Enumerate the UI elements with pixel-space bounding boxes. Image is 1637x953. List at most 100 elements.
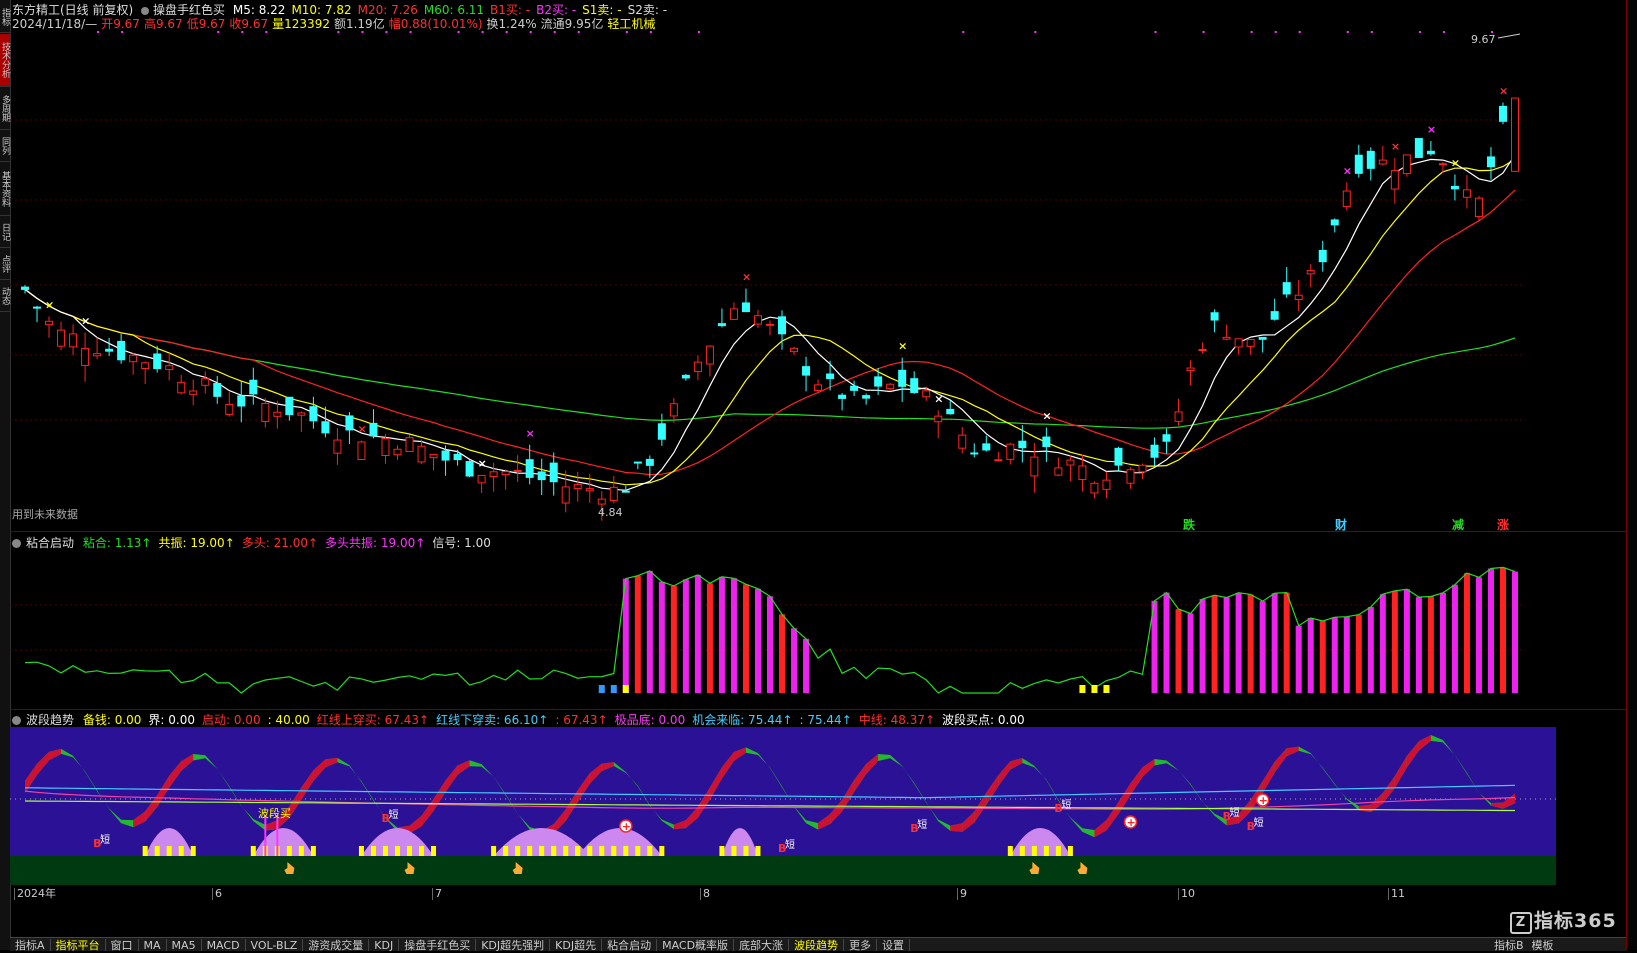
bottom-tab-15[interactable]: 波段趋势 xyxy=(789,939,845,951)
candle[interactable] xyxy=(81,332,90,382)
bottom-tab-10[interactable]: KDJ超先强判 xyxy=(476,939,551,951)
indicator1-name[interactable]: 粘合启动 xyxy=(26,536,74,550)
candle[interactable] xyxy=(501,469,510,490)
bottom-right-tab-1[interactable]: 模板 xyxy=(1528,939,1558,952)
candle[interactable] xyxy=(669,397,678,423)
candle[interactable] xyxy=(429,453,438,471)
candle[interactable] xyxy=(1486,147,1495,180)
candle[interactable] xyxy=(838,392,847,411)
candle[interactable] xyxy=(1066,455,1075,481)
left-tab-6[interactable]: 点评 xyxy=(0,249,10,280)
candle[interactable] xyxy=(153,346,162,373)
bottom-tab-12[interactable]: 粘合启动 xyxy=(602,939,658,951)
candle[interactable] xyxy=(1210,309,1219,333)
bottom-tab-13[interactable]: MACD概率版 xyxy=(657,939,735,951)
candle[interactable] xyxy=(705,345,714,377)
bottom-tab-7[interactable]: 游资成交量 xyxy=(303,939,370,951)
candle[interactable] xyxy=(333,428,342,465)
left-tab-7[interactable]: 动态 xyxy=(0,281,10,312)
candle[interactable] xyxy=(1390,158,1399,204)
candle[interactable] xyxy=(297,411,306,432)
candle[interactable] xyxy=(1222,324,1231,341)
candle[interactable] xyxy=(934,410,943,439)
left-tab-1[interactable]: 技术分析 xyxy=(0,34,10,87)
indicator2-name[interactable]: 波段趋势 xyxy=(26,713,74,727)
bottom-tab-1[interactable]: 指标平台 xyxy=(51,939,106,951)
candle[interactable] xyxy=(117,333,126,364)
candle[interactable] xyxy=(1402,154,1411,177)
candle[interactable] xyxy=(1030,442,1039,493)
candle[interactable] xyxy=(561,470,570,513)
candle[interactable] xyxy=(1498,102,1507,125)
candle[interactable] xyxy=(105,337,114,356)
candle[interactable] xyxy=(790,346,799,356)
candle[interactable] xyxy=(225,391,234,417)
candle[interactable] xyxy=(381,433,390,464)
bottom-tab-11[interactable]: KDJ超先 xyxy=(550,939,603,951)
candle[interactable] xyxy=(477,474,486,493)
candle[interactable] xyxy=(1354,144,1363,178)
candle[interactable] xyxy=(1150,437,1159,466)
candle[interactable] xyxy=(33,305,42,323)
bottom-tab-9[interactable]: 操盘手红色买 xyxy=(399,939,477,951)
bottom-tab-6[interactable]: VOL-BLZ xyxy=(246,939,304,951)
candle[interactable] xyxy=(1090,481,1099,499)
candle[interactable] xyxy=(1342,182,1351,211)
candle[interactable] xyxy=(1330,218,1339,233)
candle[interactable] xyxy=(1426,141,1435,156)
candle[interactable] xyxy=(201,371,210,394)
candle[interactable] xyxy=(1270,298,1279,321)
candle[interactable] xyxy=(1042,427,1051,462)
candle[interactable] xyxy=(657,413,666,446)
candle[interactable] xyxy=(513,455,522,482)
candle[interactable] xyxy=(213,375,222,404)
candle[interactable] xyxy=(45,316,54,338)
candle[interactable] xyxy=(1054,457,1063,477)
candle[interactable] xyxy=(717,308,726,328)
candle[interactable] xyxy=(1162,428,1171,454)
candle[interactable] xyxy=(369,409,378,439)
candle[interactable] xyxy=(69,324,78,356)
candle[interactable] xyxy=(141,361,150,385)
candle[interactable] xyxy=(1114,446,1123,472)
candle[interactable] xyxy=(1234,338,1243,355)
bottom-tab-8[interactable]: KDJ xyxy=(369,939,400,951)
candle[interactable] xyxy=(753,309,762,328)
candle[interactable] xyxy=(489,462,498,492)
candle[interactable] xyxy=(1126,467,1135,489)
candle[interactable] xyxy=(1018,425,1027,463)
candle[interactable] xyxy=(1174,398,1183,426)
candle[interactable] xyxy=(285,396,294,421)
candle[interactable] xyxy=(1006,442,1015,465)
candle[interactable] xyxy=(1138,463,1147,479)
candle[interactable] xyxy=(850,380,859,397)
candle[interactable] xyxy=(1282,266,1291,298)
candle[interactable] xyxy=(21,285,29,294)
candle[interactable] xyxy=(1102,471,1111,499)
bottom-tab-14[interactable]: 底部大涨 xyxy=(734,939,790,951)
left-tab-3[interactable]: 同列 xyxy=(0,131,10,162)
candle[interactable] xyxy=(1378,145,1387,166)
bottom-tab-4[interactable]: MA5 xyxy=(167,939,202,951)
candle[interactable] xyxy=(1186,360,1195,386)
bottom-tab-0[interactable]: 指标A xyxy=(10,939,51,951)
bottom-tab-3[interactable]: MA xyxy=(139,939,167,951)
candle[interactable] xyxy=(633,461,642,470)
indicator-toggle-icon[interactable] xyxy=(12,716,21,725)
left-tab-5[interactable]: 日记 xyxy=(0,217,10,248)
candle[interactable] xyxy=(898,357,907,402)
candle[interactable] xyxy=(405,434,414,452)
candle[interactable] xyxy=(994,452,1003,462)
candle[interactable] xyxy=(345,412,354,444)
candle[interactable] xyxy=(573,471,582,502)
bottom-tab-5[interactable]: MACD xyxy=(202,939,246,951)
candle[interactable] xyxy=(309,396,318,429)
indicator-toggle-icon[interactable] xyxy=(12,539,21,548)
left-tab-0[interactable]: 指标 xyxy=(0,2,10,33)
candle[interactable] xyxy=(681,373,690,381)
candle[interactable] xyxy=(537,458,546,496)
left-tab-4[interactable]: 基本资料 xyxy=(0,163,10,216)
bottom-tab-2[interactable]: 窗口 xyxy=(106,939,139,951)
candle[interactable] xyxy=(237,381,246,423)
candle[interactable] xyxy=(129,352,138,375)
